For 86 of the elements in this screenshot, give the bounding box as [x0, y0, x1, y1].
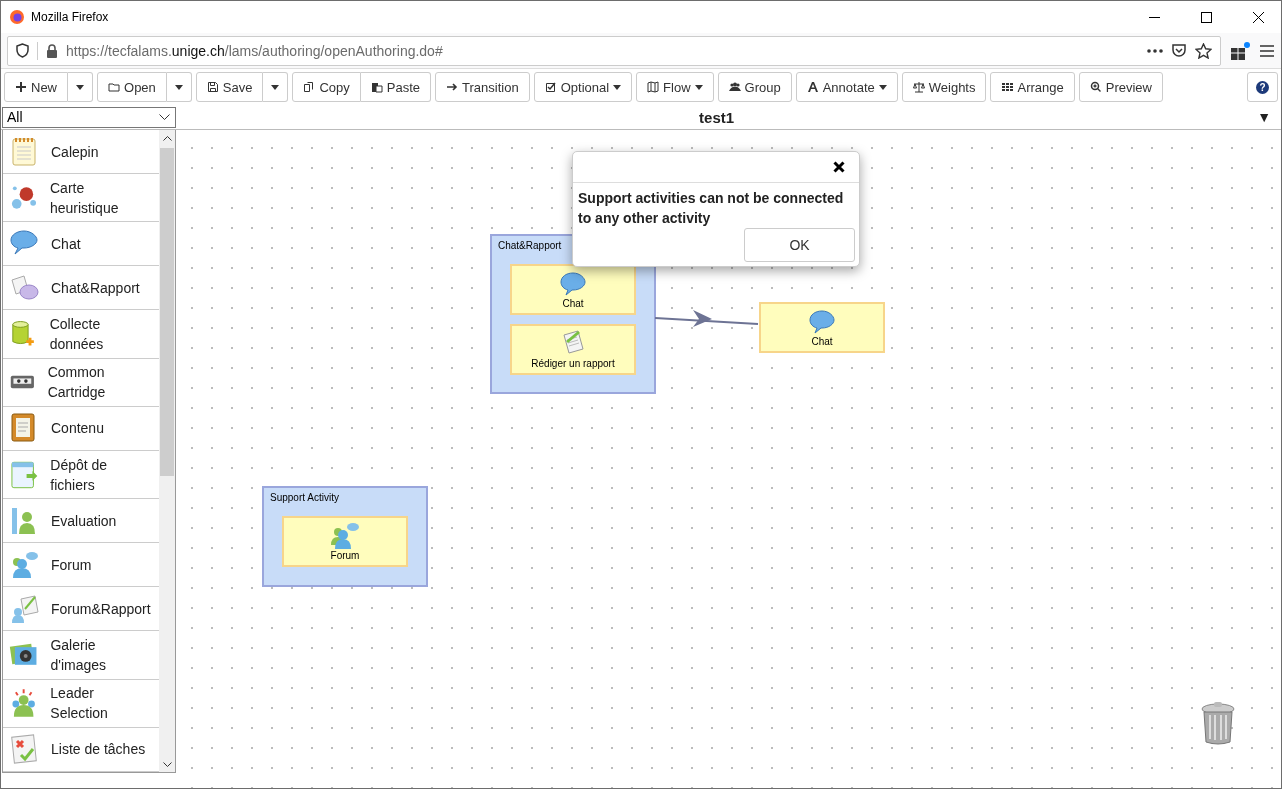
caret-icon	[174, 84, 183, 90]
plus-icon	[15, 81, 27, 93]
speech-bubble-icon	[559, 271, 587, 297]
chevron-down-icon[interactable]	[162, 761, 172, 767]
design-menu-toggle[interactable]: ▼	[1257, 109, 1281, 125]
shield-icon	[16, 43, 29, 58]
toolbar-button[interactable]: Copy	[292, 72, 361, 102]
toolbar-button[interactable]: Open	[97, 72, 167, 102]
lock-icon	[46, 43, 58, 58]
map-icon	[647, 81, 660, 93]
scrollbar[interactable]	[159, 130, 175, 772]
document-pencil-icon	[560, 329, 586, 357]
group-title: Chat&Rapport	[498, 240, 562, 251]
star-icon[interactable]	[1195, 42, 1212, 59]
palette-item[interactable]: Forum	[3, 543, 159, 588]
caret-icon	[271, 84, 280, 90]
toolbar-button[interactable]: Paste	[360, 72, 432, 102]
palette-item[interactable]: Dépôt de fichiers	[3, 451, 159, 500]
toolbar-button[interactable]: Optional	[533, 72, 633, 102]
palette-item[interactable]: Leader Selection	[3, 679, 159, 728]
folder-icon	[108, 81, 120, 93]
ok-button[interactable]: OK	[744, 228, 855, 262]
people-speech-icon	[329, 521, 361, 549]
browser-logo-icon	[9, 9, 25, 25]
pocket-icon[interactable]	[1171, 42, 1187, 59]
palette-item[interactable]: Forum&Rapport	[3, 587, 159, 632]
notepad-icon	[9, 135, 39, 168]
paste-icon	[370, 81, 383, 93]
trash-icon[interactable]	[1200, 701, 1236, 745]
toolbar-button[interactable]: Weights	[901, 72, 987, 102]
people-document-icon	[9, 592, 39, 625]
palette-item[interactable]: Chat&Rapport	[3, 266, 159, 311]
toolbar-button[interactable]: Flow	[636, 72, 714, 102]
toolbar-button[interactable]: Arrange	[990, 72, 1075, 102]
close-icon[interactable]	[833, 161, 845, 173]
activity-group[interactable]: Support Activity Forum	[262, 486, 428, 587]
palette-item[interactable]: Collecte données	[3, 310, 159, 359]
palette-item[interactable]: Evaluation	[3, 499, 159, 544]
speech-bubble-icon	[808, 309, 836, 335]
balance-scale-icon	[912, 81, 925, 93]
grid-icon	[1001, 81, 1014, 93]
caret-icon	[694, 84, 703, 90]
more-icon[interactable]	[1147, 48, 1163, 53]
design-title: test1	[699, 108, 735, 126]
activity-node[interactable]: Forum	[282, 516, 408, 567]
url-text: https://tecfalams.unige.ch/lams/authoring/openAuthoring.do#	[66, 42, 444, 59]
palette-item[interactable]: Galerie d'images	[3, 631, 159, 680]
copy-icon	[303, 81, 316, 93]
checkbox-icon	[544, 81, 557, 93]
palette-item[interactable]: Calepin	[3, 130, 159, 174]
toolbar-button[interactable]: Transition	[435, 72, 530, 102]
toolbar-button[interactable]: Preview	[1078, 72, 1163, 102]
chevron-down-icon	[159, 114, 170, 120]
chevron-up-icon[interactable]	[162, 135, 172, 141]
arrow-right-icon	[446, 81, 459, 93]
dropdown-toggle[interactable]	[166, 72, 192, 102]
zoom-in-icon	[1089, 81, 1102, 93]
caret-icon	[613, 84, 622, 90]
minimize-icon	[1148, 16, 1160, 18]
help-button[interactable]: ?	[1247, 72, 1278, 102]
checklist-icon	[9, 733, 39, 766]
dropdown-toggle[interactable]	[263, 72, 289, 102]
palette-item[interactable]: Contenu	[3, 407, 159, 451]
group-title: Support Activity	[270, 492, 339, 503]
activity-node[interactable]: Chat	[759, 302, 885, 353]
transition-arrow[interactable]	[655, 309, 759, 327]
toolbar-button[interactable]: Group	[717, 72, 792, 102]
maximize-icon	[1200, 11, 1212, 23]
dropdown-toggle[interactable]	[68, 72, 93, 102]
toolbar-button[interactable]: Save	[195, 72, 264, 102]
palette-item[interactable]: Liste de tâches	[3, 727, 159, 772]
activity-node[interactable]: Chat	[510, 264, 636, 315]
toolbar-button[interactable]: Annotate	[795, 72, 898, 102]
window-title: Mozilla Firefox	[31, 10, 110, 24]
address-bar[interactable]: https://tecfalams.unige.ch/lams/authoring/openAuthoring.do#	[7, 35, 1221, 66]
activity-node[interactable]: Rédiger un rapport	[510, 324, 636, 375]
palette-item[interactable]: Chat	[3, 222, 159, 267]
caret-icon	[76, 84, 84, 90]
menu-icon[interactable]	[1259, 43, 1275, 58]
filter-dropdown[interactable]: All	[2, 106, 176, 128]
caret-icon	[878, 84, 887, 90]
toolbar-button[interactable]: New	[4, 72, 68, 102]
font-icon	[806, 81, 819, 93]
close-icon	[1252, 11, 1264, 23]
palette-item[interactable]: Common Cartridge	[3, 358, 159, 407]
dialog-message: Support activities can not be connected to any other activity	[577, 189, 845, 228]
